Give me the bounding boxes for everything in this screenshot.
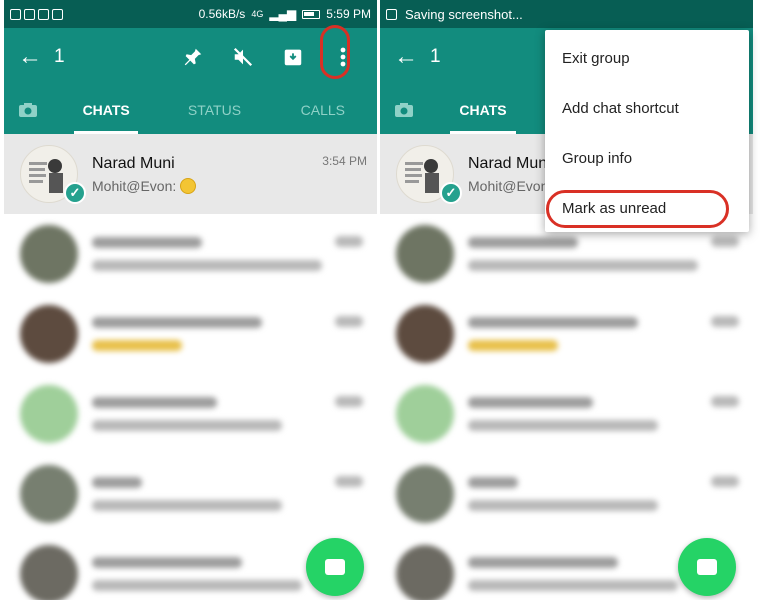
screenshot-icon xyxy=(386,8,397,20)
check-icon: ✓ xyxy=(440,182,462,204)
selected-count: 1 xyxy=(54,46,65,67)
clock: 5:59 PM xyxy=(326,7,371,21)
arrow-left-icon[interactable]: ← xyxy=(18,43,46,71)
mail-icon xyxy=(38,8,49,20)
mute-icon[interactable] xyxy=(229,43,257,71)
gallery-icon xyxy=(24,8,35,20)
list-item[interactable] xyxy=(380,374,753,454)
avatar xyxy=(20,305,78,363)
chat-time: 3:54 PM xyxy=(322,154,367,168)
battery-icon xyxy=(302,9,321,19)
avatar xyxy=(396,385,454,443)
list-item[interactable] xyxy=(4,454,377,534)
tab-status[interactable]: STATUS xyxy=(160,86,268,134)
menu-item-group-info[interactable]: Group info xyxy=(545,134,749,184)
avatar xyxy=(396,545,454,600)
status-bar: 0.56kB/s 4G ▂▄▆ 5:59 PM xyxy=(4,0,377,28)
new-chat-button[interactable] xyxy=(306,538,364,596)
tab-chats[interactable]: CHATS xyxy=(52,86,160,134)
avatar xyxy=(20,225,78,283)
laughing-emoji-icon xyxy=(180,177,197,194)
camera-icon[interactable] xyxy=(4,102,52,118)
highlight-oval xyxy=(546,190,729,228)
chat-preview: Mohit@Evon: xyxy=(468,177,553,194)
tab-chats[interactable]: CHATS xyxy=(428,86,538,134)
list-item[interactable] xyxy=(4,374,377,454)
saving-notice: Saving screenshot... xyxy=(405,6,523,22)
overflow-menu: Exit group Add chat shortcut Group info … xyxy=(545,30,749,232)
network-type: 4G xyxy=(251,9,264,19)
list-item[interactable] xyxy=(4,294,377,374)
pin-icon[interactable] xyxy=(179,43,207,71)
message-icon xyxy=(697,559,717,575)
avatar xyxy=(20,465,78,523)
selection-app-bar: ← 1 xyxy=(4,25,377,86)
notification-icons xyxy=(10,8,63,20)
status-bar: Saving screenshot... xyxy=(380,0,753,28)
tab-calls[interactable]: CALLS xyxy=(269,86,377,134)
chat-row-selected[interactable]: ✓ Narad Muni Mohit@Evon: 3:54 PM xyxy=(4,134,377,214)
new-chat-button[interactable] xyxy=(678,538,736,596)
store-icon xyxy=(52,8,63,20)
avatar xyxy=(396,225,454,283)
avatar xyxy=(20,385,78,443)
list-item[interactable] xyxy=(4,214,377,294)
menu-item-add-chat-shortcut[interactable]: Add chat shortcut xyxy=(545,84,749,134)
camera-icon[interactable] xyxy=(380,102,428,118)
chat-preview: Mohit@Evon: xyxy=(92,177,177,194)
arrow-left-icon[interactable]: ← xyxy=(394,43,422,71)
avatar xyxy=(20,545,78,600)
check-icon: ✓ xyxy=(64,182,86,204)
archive-icon[interactable] xyxy=(279,43,307,71)
avatar xyxy=(396,465,454,523)
highlight-oval xyxy=(320,25,350,79)
menu-item-mark-as-unread[interactable]: Mark as unread xyxy=(545,184,749,234)
tab-bar: CHATS STATUS CALLS xyxy=(4,86,377,134)
avatar xyxy=(396,305,454,363)
selected-count: 1 xyxy=(430,46,441,67)
signal-icon: ▂▄▆ xyxy=(269,7,297,21)
menu-item-exit-group[interactable]: Exit group xyxy=(545,34,749,84)
message-icon xyxy=(325,559,345,575)
left-screenshot: 0.56kB/s 4G ▂▄▆ 5:59 PM ← 1 CHATS STATUS… xyxy=(4,0,377,600)
more-vert-icon[interactable] xyxy=(320,25,357,79)
chat-list: ✓ Narad Muni Mohit@Evon: 3:54 PM xyxy=(4,134,377,600)
skype-icon xyxy=(10,8,21,20)
list-item[interactable] xyxy=(380,294,753,374)
network-speed: 0.56kB/s xyxy=(198,7,246,21)
list-item[interactable] xyxy=(380,454,753,534)
